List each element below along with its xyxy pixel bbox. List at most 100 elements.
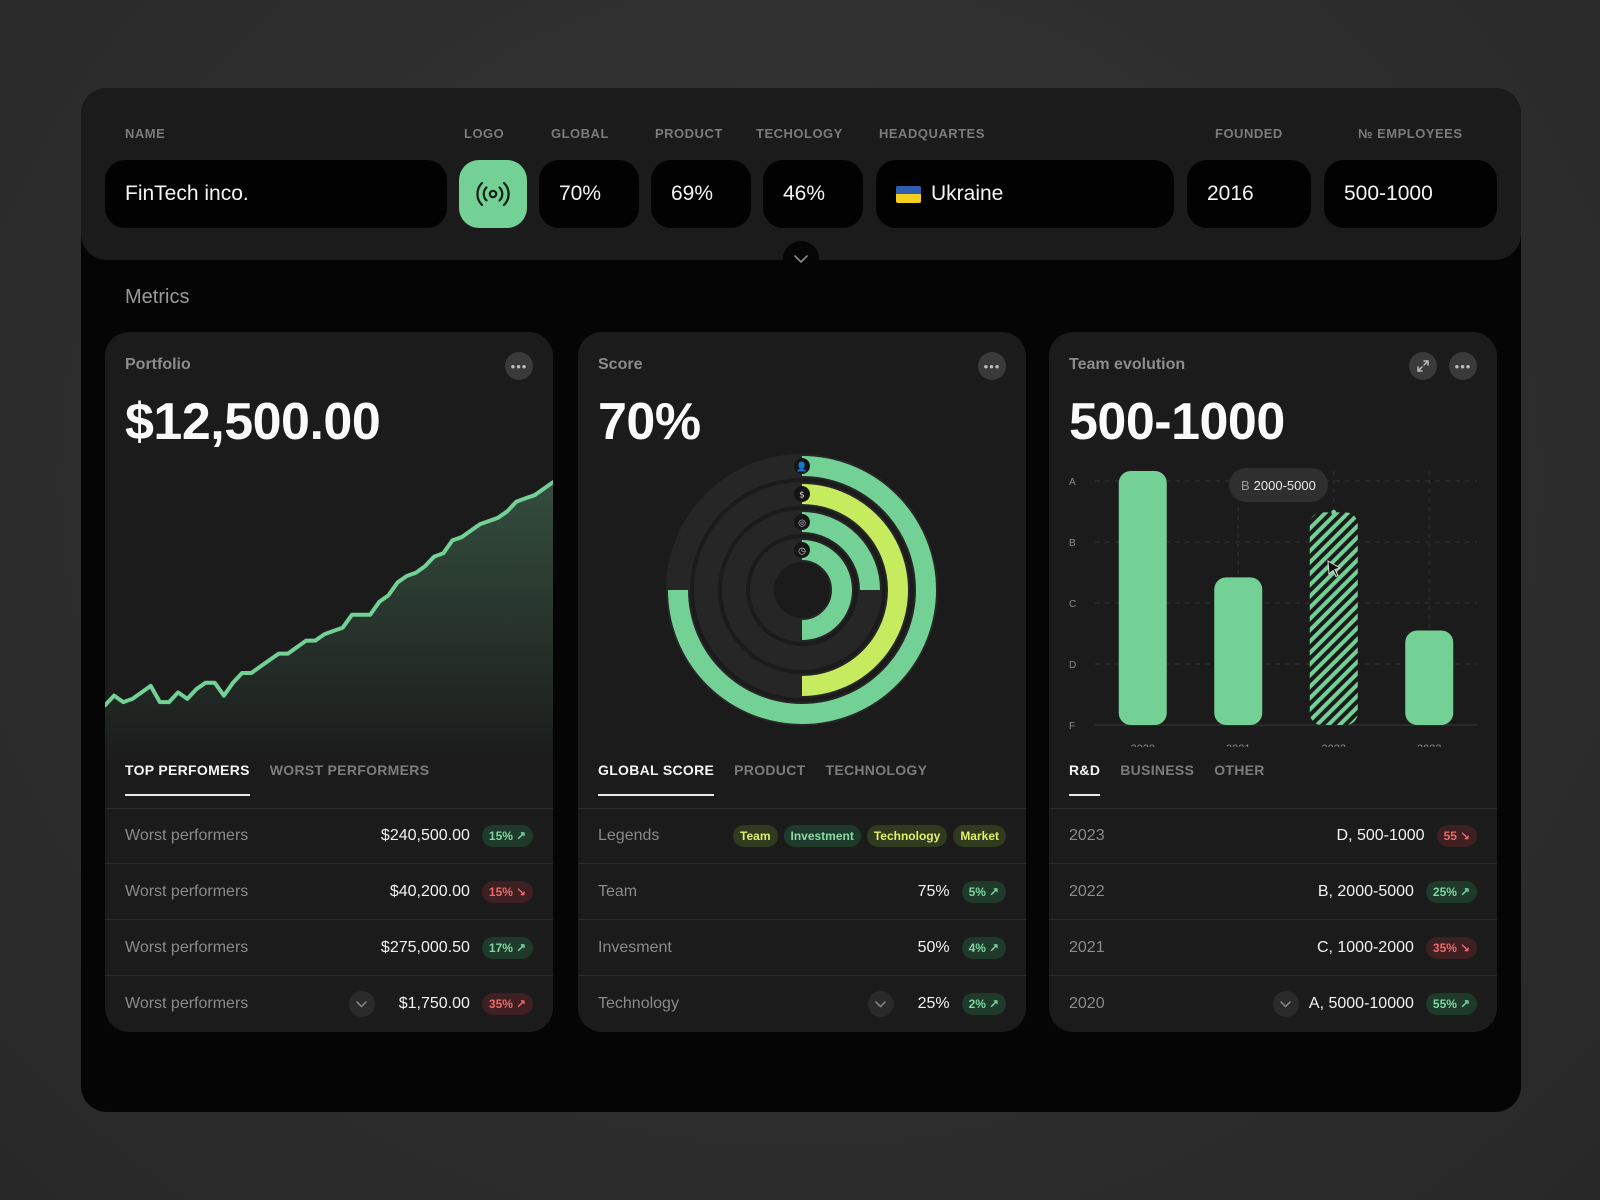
tab-other[interactable]: OTHER: [1214, 762, 1265, 796]
x-tick-label: 2022: [1322, 743, 1346, 747]
portfolio-card: Portfolio ••• $12,500.00 TOP PERFOMERS W…: [105, 332, 553, 1032]
name-label: NAME: [125, 126, 166, 141]
technology-field[interactable]: 46%: [763, 160, 863, 228]
broadcast-icon: [476, 181, 510, 207]
table-row[interactable]: Technology 25% 2% ↗: [578, 976, 1026, 1032]
headquarters-label: HEADQUARTES: [879, 126, 985, 141]
tab-product[interactable]: PRODUCT: [734, 762, 805, 796]
logo-label: LOGO: [464, 126, 505, 141]
team-title: Team evolution: [1069, 356, 1186, 373]
dashboard-frame: NAME LOGO GLOBAL PRODUCT TECHOLOGY HEADQ…: [81, 88, 1521, 1112]
portfolio-title: Portfolio: [125, 356, 191, 373]
headquarters-field[interactable]: Ukraine: [876, 160, 1174, 228]
portfolio-rows: Worst performers $240,500.00 15% ↗ Worst …: [105, 808, 553, 1032]
employees-value: 500-1000: [1344, 182, 1433, 205]
trend-badge: 35% ↗: [481, 993, 533, 1015]
legend-chip-team[interactable]: Team: [733, 824, 778, 847]
metrics-title: Metrics: [125, 286, 190, 308]
name-value: FinTech inco.: [125, 182, 249, 205]
score-more-button[interactable]: •••: [978, 352, 1006, 380]
product-field[interactable]: 69%: [651, 160, 751, 228]
employees-field[interactable]: 500-1000: [1324, 160, 1497, 228]
tab-business[interactable]: BUSINESS: [1120, 762, 1194, 796]
dollar-icon: $: [794, 486, 810, 502]
table-row[interactable]: 2023 D, 500-1000 55 ↘: [1049, 808, 1497, 864]
trend-badge: 55% ↗: [1425, 993, 1477, 1015]
score-tabs: GLOBAL SCORE PRODUCT TECHNOLOGY: [598, 762, 927, 796]
tab-rnd[interactable]: R&D: [1069, 762, 1101, 796]
row-value: D, 500-1000: [1336, 826, 1425, 844]
portfolio-more-button[interactable]: •••: [505, 352, 533, 380]
row-value: $240,500.00: [380, 826, 470, 844]
expand-rows-button[interactable]: [348, 991, 375, 1017]
user-icon: 👤: [794, 458, 810, 474]
tab-worst-performers[interactable]: WORST PERFORMERS: [270, 762, 430, 796]
table-row[interactable]: 2022 B, 2000-5000 25% ↗: [1049, 864, 1497, 920]
expand-icon: [1417, 360, 1429, 372]
founded-label: FOUNDED: [1215, 126, 1283, 141]
trend-badge: 25% ↗: [1425, 880, 1477, 903]
bar-2021: [1214, 577, 1263, 725]
svg-text:◷: ◷: [798, 547, 806, 557]
arrow-up-right-icon: ↗: [1459, 997, 1470, 1011]
row-value: $40,200.00: [389, 882, 470, 900]
chevron-down-icon: [1280, 1000, 1292, 1008]
y-tick-label: A: [1069, 477, 1076, 488]
expand-rows-button[interactable]: [867, 991, 894, 1017]
chevron-down-icon: [875, 1000, 886, 1008]
arrow-up-right-icon: ↗: [1459, 884, 1470, 899]
tab-top-performers[interactable]: TOP PERFOMERS: [125, 762, 250, 796]
trend-badge: 5% ↗: [961, 880, 1006, 903]
table-row[interactable]: Worst performers $240,500.00 15% ↗: [105, 808, 553, 864]
table-row[interactable]: Invesment 50% 4% ↗: [578, 920, 1026, 976]
row-value: B, 2000-5000: [1317, 882, 1414, 900]
bar-2022: [1309, 512, 1358, 725]
founded-field[interactable]: 2016: [1187, 160, 1311, 228]
legend-chip-technology[interactable]: Technology: [866, 824, 948, 847]
table-row[interactable]: Worst performers $40,200.00 15% ↘: [105, 864, 553, 920]
expand-button[interactable]: [1409, 352, 1437, 380]
ukraine-flag-icon: [896, 185, 921, 203]
x-tick-label: 2021: [1226, 743, 1250, 747]
tooltip-key: B: [1241, 477, 1250, 493]
global-field[interactable]: 70%: [539, 160, 639, 228]
legend-chip-market[interactable]: Market: [953, 824, 1006, 847]
arrow-up-right-icon: ↗: [515, 997, 526, 1011]
trend-badge: 15% ↗: [481, 824, 533, 847]
row-value: $275,000.50: [380, 938, 470, 956]
row-label: Worst performers: [125, 882, 249, 900]
table-row[interactable]: Worst performers $275,000.50 17% ↗: [105, 920, 553, 976]
row-label: Worst performers: [125, 826, 249, 844]
tooltip-value: 2000-5000: [1253, 477, 1316, 493]
expand-rows-button[interactable]: [1272, 991, 1299, 1017]
team-more-button[interactable]: •••: [1449, 352, 1477, 380]
clock-icon: ◷: [794, 542, 810, 558]
technology-value: 46%: [783, 182, 826, 205]
name-field[interactable]: FinTech inco.: [105, 160, 447, 228]
table-row[interactable]: Worst performers $1,750.00 35% ↗: [105, 976, 553, 1032]
legend-chip-investment[interactable]: Investment: [783, 824, 861, 847]
trend-badge: 15% ↘: [481, 880, 533, 903]
row-label: Team: [598, 882, 638, 900]
table-row[interactable]: 2020 A, 5000-10000 55% ↗: [1049, 976, 1497, 1032]
row-label: 2020: [1069, 995, 1105, 1012]
arrow-down-right-icon: ↘: [515, 884, 526, 899]
company-header: NAME LOGO GLOBAL PRODUCT TECHOLOGY HEADQ…: [81, 88, 1521, 260]
tab-global-score[interactable]: GLOBAL SCORE: [598, 762, 715, 796]
row-label: Worst performers: [125, 995, 249, 1012]
ring-center: [780, 568, 824, 612]
more-dots-icon: •••: [983, 358, 1001, 374]
arrow-up-right-icon: ↗: [988, 884, 999, 899]
collapse-header-button[interactable]: [783, 241, 819, 277]
legend-row: Legends Team Investment Technology Marke…: [578, 808, 1026, 864]
logo-tile[interactable]: [459, 160, 527, 228]
bar-2020: [1118, 471, 1167, 725]
globe-icon: ◎: [794, 514, 810, 530]
table-row[interactable]: 2021 C, 1000-2000 35% ↘: [1049, 920, 1497, 976]
global-value: 70%: [559, 182, 602, 205]
svg-text:◎: ◎: [798, 519, 806, 529]
score-radial-chart: 👤 $ ◎ ◷: [666, 454, 938, 726]
tab-technology[interactable]: TECHNOLOGY: [825, 762, 927, 796]
table-row[interactable]: Team 75% 5% ↗: [578, 864, 1026, 920]
product-value: 69%: [671, 182, 714, 205]
